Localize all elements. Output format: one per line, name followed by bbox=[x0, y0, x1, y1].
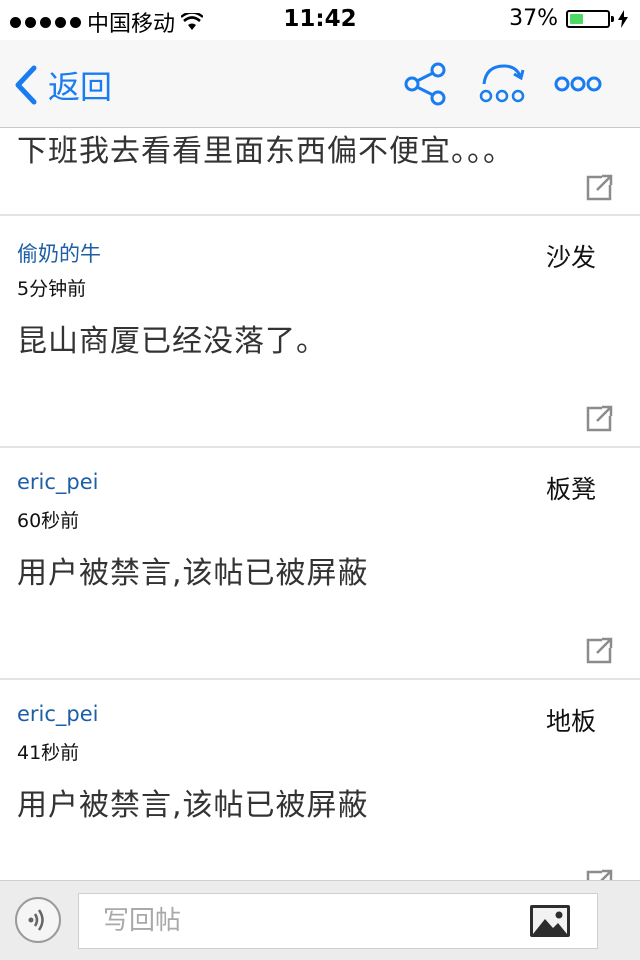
post-floor: 沙发 bbox=[545, 243, 596, 272]
post-body: 用户被禁言,该帖已被屏蔽 bbox=[17, 788, 369, 823]
status-right: 37% bbox=[509, 6, 628, 31]
thread-content: 下班我去看看里面东西偏不便宜。。。 偷奶的牛 5分钟前 沙发 昆山商厦已经没落了… bbox=[0, 128, 640, 880]
external-share-icon[interactable] bbox=[586, 173, 614, 201]
share-icon[interactable] bbox=[402, 62, 450, 106]
jump-floor-icon[interactable] bbox=[478, 62, 526, 106]
navigation-bar: 返回 bbox=[0, 40, 640, 128]
post-item: eric_pei 60秒前 板凳 用户被禁言,该帖已被屏蔽 bbox=[0, 448, 640, 680]
voice-input-button[interactable] bbox=[15, 897, 61, 943]
post-time: 60秒前 bbox=[17, 510, 80, 532]
sound-wave-icon bbox=[28, 909, 44, 931]
post-time: 5分钟前 bbox=[17, 278, 87, 300]
post-body: 昆山商厦已经没落了。 bbox=[17, 324, 327, 359]
reply-input[interactable] bbox=[79, 894, 525, 948]
battery-percent: 37% bbox=[509, 6, 558, 31]
status-bar: 中国移动 11:42 37% bbox=[0, 0, 640, 40]
reply-bar bbox=[0, 880, 640, 960]
post-floor: 板凳 bbox=[545, 475, 596, 504]
image-icon[interactable] bbox=[529, 904, 571, 938]
more-icon[interactable] bbox=[554, 62, 602, 106]
reply-input-box bbox=[78, 893, 598, 949]
back-label: 返回 bbox=[48, 68, 113, 106]
battery-icon bbox=[566, 9, 614, 28]
external-share-icon[interactable] bbox=[586, 404, 614, 432]
post-item: 偷奶的牛 5分钟前 沙发 昆山商厦已经没落了。 bbox=[0, 216, 640, 448]
post-time: 41秒前 bbox=[17, 742, 80, 764]
external-share-icon[interactable] bbox=[586, 868, 614, 880]
charging-bolt-icon bbox=[618, 9, 628, 28]
post-body: 用户被禁言,该帖已被屏蔽 bbox=[17, 556, 369, 591]
post-floor: 地板 bbox=[545, 707, 596, 736]
post-author[interactable]: eric_pei bbox=[17, 702, 99, 726]
post-author[interactable]: eric_pei bbox=[17, 470, 99, 494]
chevron-left-icon bbox=[15, 65, 37, 105]
back-button[interactable]: 返回 bbox=[14, 62, 112, 108]
battery-level bbox=[570, 13, 583, 24]
post-author[interactable]: 偷奶的牛 bbox=[17, 238, 101, 268]
post-item: eric_pei 41秒前 地板 用户被禁言,该帖已被屏蔽 bbox=[0, 680, 640, 880]
external-share-icon[interactable] bbox=[586, 636, 614, 664]
post-item: 下班我去看看里面东西偏不便宜。。。 bbox=[0, 128, 640, 216]
post-body: 下班我去看看里面东西偏不便宜。。。 bbox=[17, 134, 514, 169]
